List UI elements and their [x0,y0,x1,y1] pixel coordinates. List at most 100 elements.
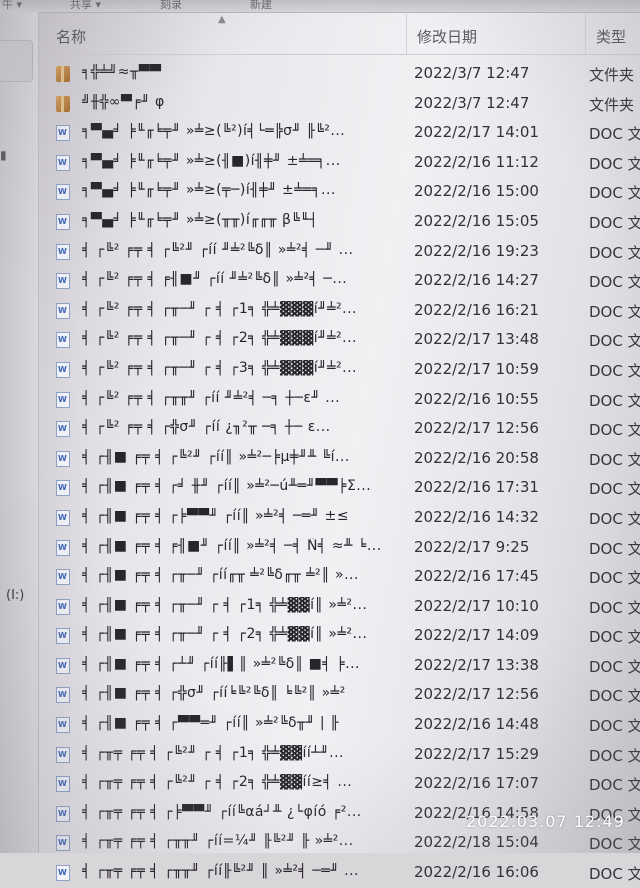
doc-file-icon [56,865,70,882]
file-row[interactable]: ╡ ┌╢■ ╒╤ ╡ ┌╞▀▀╜ ┌íí║ »╧²╡ ─═╜ ±≤ 2022/2/… [52,503,640,533]
doc-file-icon [56,184,70,201]
file-row[interactable]: ╡ ┌╥╤ ╒╤ ╡ ┌╥╥╜ ┌íí╟╚²╜ ║ »╧²╡ ─═╜ ... 20… [52,858,640,888]
file-row[interactable]: ╡ ┌╢■ ╒╤ ╡ ┌╥─╜ ┌ ╡ ┌2╕ ╬╧▓▓í║ »╧²... 202… [52,621,640,651]
file-row[interactable]: ╕▀▄╛ ╞╙╓╘╤╜ »╧≥(╚²)í╡└═╠σ╜ ╟╚²... 2022/2/… [52,118,640,148]
column-header: ▲ 名称 修改日期 类型 [40,14,640,55]
file-date: 2022/2/16 10:55 [414,389,539,408]
file-type: DOC 文档 [589,154,640,173]
file-date: 2022/2/16 14:32 [414,507,539,526]
file-row[interactable]: ╡ ┌╢■ ╒╤ ╡ ┌┴╜ ┌íí╟▌║ »╧²╚δ║ ■╡ ╞... 2022… [52,651,640,681]
file-date: 2022/2/17 10:10 [414,596,539,615]
doc-file-icon [56,687,70,704]
file-type: DOC 文档 [589,687,640,706]
toolbar-share[interactable]: 共享 ▾ [70,0,101,12]
file-date: 2022/2/16 17:31 [414,478,539,497]
file-row[interactable]: ╡ ┌╚² ╒╤ ╡ ┌╥╥╜ ┌íí ╜╧²╡ ─╕ ┼─ε╜ ... 2022… [52,385,640,415]
file-list: ╕╬╧╝≈╥▀▀ 2022/3/7 12:47 文件夹 ╝╫╬∞▀╒╜ φ 2022/3… [52,59,640,888]
file-name: ╡ ┌╚² ╒╤ ╡ ┌╬σ╜ ┌íí ¿╖²╥ ─╕ ┼─ ε... [82,419,331,436]
file-row[interactable]: ╡ ┌╢■ ╒╤ ╡ ┌▀▀═╜ ┌íí║ »╧²╚δ╥╜ | ╟ 2022/2/… [52,710,640,740]
file-row[interactable]: ╡ ┌╥╤ ╒╤ ╡ ┌╥╥╜ ┌íí=¼╜ ╟╚²╜ ╟ »╧²... 2022… [52,828,640,858]
file-type: DOC 文档 [589,391,640,410]
file-name: ╡ ┌╢■ ╒╤ ╡ ┌╛ ╫╜ ┌íí║ »╧²─ú╨═╜▀▀╞Σ... [82,478,372,495]
file-row[interactable]: ╕╬╧╝≈╥▀▀ 2022/3/7 12:47 文件夹 [52,59,640,89]
file-row[interactable]: ╡ ┌╢■ ╒╤ ╡ ╒╢■╜ ┌íí║ »╧²╡ ─╡ Ñ╡ ≈╨ ╘... 2… [52,533,640,563]
nav-drive-i[interactable]: (I:) [6,588,24,603]
nav-selected-item[interactable] [0,40,33,82]
file-row[interactable]: ╡ ┌╚² ╒╤ ╡ ┌╥─╜ ┌ ╡ ┌3╕ ╬╧▓▓▓í╜╧²... 2022… [52,355,640,385]
file-name: ╡ ┌╥╤ ╒╤ ╡ ┌╚²╜ ┌ ╡ ┌2╕ ╬╧▓▓íí≥╡ ... [82,774,353,791]
file-row[interactable]: ╡ ┌╢■ ╒╤ ╡ ┌╚²╜ ┌íí║ »╧²─╞µ╪╜╨ ╚í... 2022… [52,444,640,474]
file-date: 2022/2/16 16:06 [414,863,539,882]
photo-timestamp: 2022.03.07 12:49 [466,812,625,831]
file-type: DOC 文档 [589,598,640,617]
column-divider[interactable] [585,14,586,54]
file-type: DOC 文档 [589,243,640,262]
file-row[interactable]: ╡ ┌╚² ╒╤ ╡ ┌╥─╜ ┌ ╡ ┌2╕ ╬╧▓▓▓í╜╧²... 2022… [52,325,640,355]
file-row[interactable]: ╡ ┌╚² ╒╤ ╡ ┌╥─╜ ┌ ╡ ┌1╕ ╬╧▓▓▓í╜╧²... 2022… [52,296,640,326]
file-row[interactable]: ╡ ┌╚² ╒╤ ╡ ╒╢■╜ ┌íí ╜╧²╚δ║ »╧²╡ ─... 2022… [52,266,640,296]
doc-file-icon [56,273,70,290]
column-date[interactable]: 修改日期 [417,26,477,47]
file-row[interactable]: ╡ ┌╢■ ╒╤ ╡ ┌╥─╜ ┌ ╡ ┌1╕ ╬╧▓▓í║ »╧²... 202… [52,592,640,622]
file-name: ╡ ┌╢■ ╒╤ ╡ ┌╚²╜ ┌íí║ »╧²─╞µ╪╜╨ ╚í... [82,448,350,465]
toolbar-left[interactable]: 牛 ▾ [2,0,22,12]
file-name: ╡ ┌╥╤ ╒╤ ╡ ┌╥╥╜ ┌íí╟╚²╜ ║ »╧²╡ ─═╜ ... [82,863,359,880]
toolbar-new[interactable]: 新建 [250,0,272,12]
file-row[interactable]: ╡ ┌╥╤ ╒╤ ╡ ┌╚²╜ ┌ ╡ ┌2╕ ╬╧▓▓íí≥╡ ... 2022… [52,769,640,799]
nav-mark: ▮ [0,148,7,162]
doc-file-icon [56,628,70,645]
file-name: ╝╫╬∞▀╒╜ φ [82,93,165,110]
file-name: ╡ ┌╚² ╒╤ ╡ ┌╥╥╜ ┌íí ╜╧²╡ ─╕ ┼─ε╜ ... [82,389,341,406]
doc-file-icon [56,717,70,734]
file-name: ╡ ┌╢■ ╒╤ ╡ ┌╥─╜ ┌ ╡ ┌1╕ ╬╧▓▓í║ »╧²... [82,596,368,613]
sort-arrow-icon: ▲ [218,14,226,25]
file-row[interactable]: ╕▀▄╛ ╞╙╓╘╤╜ »╧≥(╢■)í╢╪╜ ±╧═╕... 2022/2/16… [52,148,640,178]
file-name: ╡ ┌╥╤ ╒╤ ╡ ┌╚²╜ ┌ ╡ ┌1╕ ╬╧▓▓íí┴╜... [82,744,345,761]
doc-file-icon [56,450,70,467]
file-row[interactable]: ╕▀▄╛ ╞╙╓╘╤╜ »╧≥(╤─)í╢╪╜ ±╧═╕... 2022/2/16… [52,177,640,207]
doc-file-icon [56,421,70,438]
file-row[interactable]: ╡ ┌╥╤ ╒╤ ╡ ┌╚²╜ ┌ ╡ ┌1╕ ╬╧▓▓íí┴╜... 2022/… [52,740,640,770]
doc-file-icon [56,154,70,171]
file-row[interactable]: ╡ ┌╚² ╒╤ ╡ ┌╬σ╜ ┌íí ¿╖²╥ ─╕ ┼─ ε... 2022/… [52,414,640,444]
file-date: 2022/2/17 15:29 [414,744,539,763]
toolbar-burn[interactable]: 刻录 [160,0,182,12]
file-date: 2022/2/16 14:48 [414,715,539,734]
file-type: 文件夹 [589,66,635,84]
file-name: ╡ ┌╚² ╒╤ ╡ ┌╥─╜ ┌ ╡ ┌1╕ ╬╧▓▓▓í╜╧²... [82,300,357,317]
file-date: 2022/2/16 17:07 [414,774,539,793]
file-type: DOC 文档 [589,835,640,854]
file-row[interactable]: ╡ ┌╢■ ╒╤ ╡ ┌╛ ╫╜ ┌íí║ »╧²─ú╨═╜▀▀╞Σ... 202… [52,473,640,503]
doc-file-icon [56,391,70,408]
file-date: 2022/2/17 13:38 [414,655,539,674]
column-divider[interactable] [406,14,407,54]
file-row[interactable]: ╝╫╬∞▀╒╜ φ 2022/3/7 12:47 文件夹 [52,89,640,119]
file-type: DOC 文档 [589,450,640,469]
file-date: 2022/2/16 14:27 [414,271,539,290]
screen: 牛 ▾ 共享 ▾ 刻录 新建 ▮ (I:) ▲ 名称 修改日期 类型 ╕╬╧╝≈… [0,0,640,883]
file-type: DOC 文档 [589,865,640,884]
file-date: 2022/2/16 15:00 [414,182,539,201]
file-date: 2022/2/17 14:09 [414,626,539,645]
doc-file-icon [56,125,70,142]
file-date: 2022/2/16 17:45 [414,567,539,586]
column-type[interactable]: 类型 [596,26,626,47]
file-date: 2022/2/17 13:48 [414,330,539,349]
file-date: 2022/2/16 16:21 [414,300,539,319]
file-type: 文件夹 [589,95,635,114]
folder-icon [56,66,70,82]
file-name: ╡ ┌╢■ ╒╤ ╡ ┌╬σ╜ ┌íí╘╚²╚δ║ ╘╚²║ »╧² [82,685,346,702]
file-name: ╡ ┌╢■ ╒╤ ╡ ┌▀▀═╜ ┌íí║ »╧²╚δ╥╜ | ╟ [82,715,339,732]
file-row[interactable]: ╡ ┌╢■ ╒╤ ╡ ┌╥─╜ ┌íí╓╥ ╧²╚δ╓╥ ╧²║ »... 202… [52,562,640,592]
file-type: DOC 文档 [589,657,640,676]
file-date: 2022/2/16 11:12 [414,152,539,171]
file-name: ╡ ┌╥╤ ╒╤ ╡ ┌╥╥╜ ┌íí=¼╜ ╟╚²╜ ╟ »╧²... [82,833,354,850]
file-date: 2022/3/7 12:47 [414,64,530,82]
file-name: ╡ ┌╚² ╒╤ ╡ ╒╢■╜ ┌íí ╜╧²╚δ║ »╧²╡ ─... [82,271,348,288]
column-name[interactable]: 名称 [56,26,86,47]
file-row[interactable]: ╕▀▄╛ ╞╙╓╘╤╜ »╧≥(╥╥)í╓╓╥ β╚╙┤ 2022/2/16 15… [52,207,640,237]
file-date: 2022/2/17 9:25 [414,537,530,556]
file-row[interactable]: ╡ ┌╢■ ╒╤ ╡ ┌╬σ╜ ┌íí╘╚²╚δ║ ╘╚²║ »╧² 2022/2… [52,680,640,710]
file-row[interactable]: ╡ ┌╚² ╒╤ ╡ ┌╚²╜ ┌íí ╜╧²╚δ║ »╧²╡ ─╜ ... 20… [52,237,640,267]
doc-file-icon [56,776,70,793]
